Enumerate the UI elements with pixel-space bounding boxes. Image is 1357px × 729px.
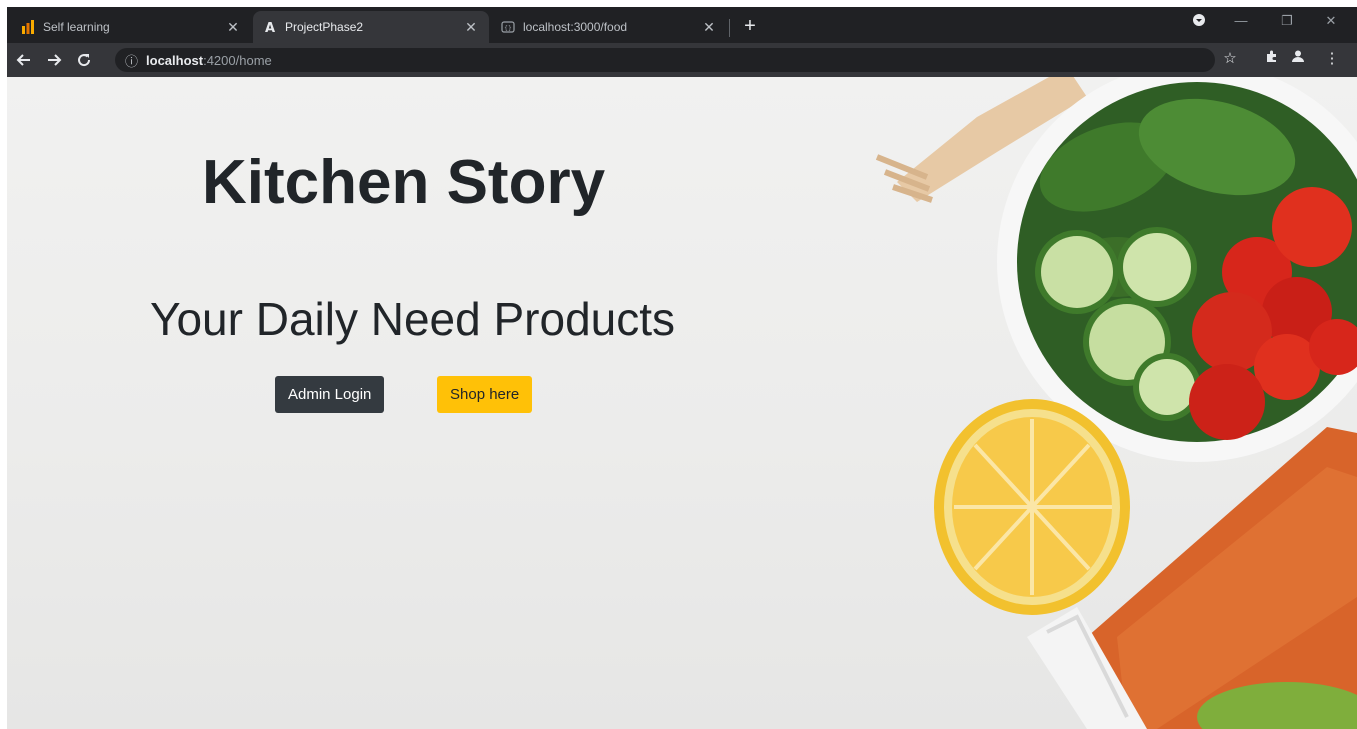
minimize-icon[interactable]: — bbox=[1229, 13, 1253, 28]
tab-localhost-food[interactable]: {} localhost:3000/food ✕ bbox=[491, 11, 727, 43]
tab-title: localhost:3000/food bbox=[523, 20, 628, 34]
angular-icon: A bbox=[263, 20, 277, 34]
url-path: :4200/home bbox=[203, 52, 272, 68]
close-tab-icon[interactable]: ✕ bbox=[701, 19, 717, 36]
page-subtitle: Your Daily Need Products bbox=[150, 293, 676, 345]
tab-title: ProjectPhase2 bbox=[285, 20, 364, 34]
restore-icon[interactable]: ❐ bbox=[1275, 13, 1299, 29]
bookmark-star-icon[interactable]: ☆ bbox=[1219, 49, 1241, 67]
close-tab-icon[interactable]: ✕ bbox=[225, 19, 241, 36]
tab-divider bbox=[729, 19, 730, 37]
lemon-half bbox=[934, 399, 1130, 615]
page-title: Kitchen Story bbox=[202, 148, 606, 217]
url-host: localhost bbox=[146, 52, 204, 68]
forward-icon[interactable] bbox=[41, 47, 67, 73]
svg-text:{}: {} bbox=[504, 25, 512, 32]
site-info-icon[interactable]: ⓘ bbox=[125, 51, 138, 70]
browser-toolbar: ⓘ localhost:4200/home ☆ ⋮ bbox=[7, 43, 1357, 77]
menu-icon[interactable]: ⋮ bbox=[1321, 49, 1343, 67]
new-tab-button[interactable]: + bbox=[737, 13, 763, 39]
profile-icon[interactable] bbox=[1287, 49, 1309, 67]
tab-title: Self learning bbox=[43, 20, 110, 34]
browser-window: Self learning ✕ A ProjectPhase2 ✕ {} loc… bbox=[7, 7, 1357, 729]
page-viewport: Kitchen Story Your Daily Need Products A… bbox=[7, 77, 1357, 729]
shop-here-button[interactable]: Shop here bbox=[437, 376, 533, 413]
tab-strip: Self learning ✕ A ProjectPhase2 ✕ {} loc… bbox=[7, 7, 1357, 43]
admin-login-button[interactable]: Admin Login bbox=[275, 376, 385, 413]
close-tab-icon[interactable]: ✕ bbox=[463, 19, 479, 36]
svg-text:A: A bbox=[265, 21, 275, 34]
reload-icon[interactable] bbox=[71, 47, 97, 73]
close-window-icon[interactable]: ✕ bbox=[1319, 13, 1343, 29]
extensions-icon[interactable] bbox=[1261, 49, 1283, 67]
analytics-bars-icon bbox=[21, 20, 35, 34]
tab-search-icon[interactable] bbox=[1187, 13, 1211, 30]
food-hero-image bbox=[875, 77, 1357, 729]
back-icon[interactable] bbox=[11, 47, 37, 73]
address-bar[interactable]: ⓘ localhost:4200/home bbox=[115, 48, 1215, 72]
tab-self-learning[interactable]: Self learning ✕ bbox=[11, 11, 251, 43]
json-viewer-icon: {} bbox=[501, 20, 515, 34]
tab-projectphase2[interactable]: A ProjectPhase2 ✕ bbox=[253, 11, 489, 43]
